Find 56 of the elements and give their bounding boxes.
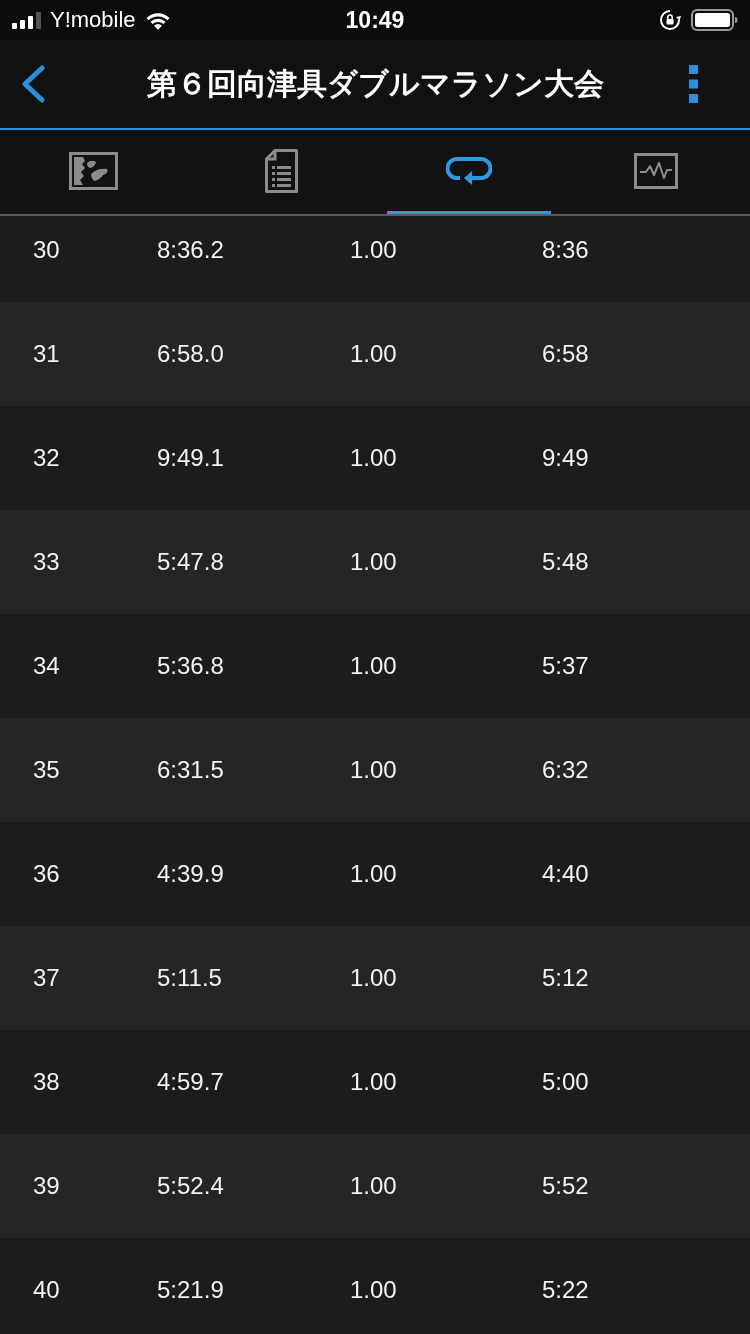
table-cell: 1.00 <box>350 860 397 888</box>
rotation-lock-icon <box>659 9 681 31</box>
table-cell: 5:00 <box>542 1068 589 1096</box>
table-cell: 6:58 <box>542 340 589 368</box>
table-cell: 9:49.1 <box>157 444 224 472</box>
table-cell: 38 <box>33 1068 60 1096</box>
table-cell: 1.00 <box>350 1068 397 1096</box>
back-icon <box>20 65 46 103</box>
menu-icon <box>689 65 698 103</box>
table-cell: 5:52 <box>542 1172 589 1200</box>
loop-arrow-icon <box>445 155 492 186</box>
table-cell: 8:36.2 <box>157 236 224 264</box>
table-cell: 1.00 <box>350 1172 397 1200</box>
table-cell: 6:31.5 <box>157 756 224 784</box>
signal-icon <box>12 11 42 29</box>
table-cell: 5:37 <box>542 652 589 680</box>
table-cell: 1.00 <box>350 340 397 368</box>
table-cell: 40 <box>33 1276 60 1304</box>
table-cell: 1.00 <box>350 236 397 264</box>
table-cell: 5:48 <box>542 548 589 576</box>
table-cell: 8:36 <box>542 236 589 264</box>
table-cell: 4:59.7 <box>157 1068 224 1096</box>
table-cell: 1.00 <box>350 756 397 784</box>
table-cell: 1.00 <box>350 444 397 472</box>
table-cell: 34 <box>33 652 60 680</box>
table-cell: 39 <box>33 1172 60 1200</box>
screen-title: 第６回向津具ダブルマラソン大会 <box>145 65 605 102</box>
table-cell: 4:40 <box>542 860 589 888</box>
pulse-chart-icon <box>634 152 679 189</box>
table-cell: 5:11.5 <box>157 964 222 992</box>
table-cell: 37 <box>33 964 60 992</box>
table-cell: 6:32 <box>542 756 589 784</box>
table-cell: 5:22 <box>542 1276 589 1304</box>
table-cell: 1.00 <box>350 652 397 680</box>
table-cell: 4:39.9 <box>157 860 224 888</box>
table-cell: 30 <box>33 236 60 264</box>
table-cell: 36 <box>33 860 60 888</box>
table-cell: 5:12 <box>542 964 589 992</box>
table-cell: 32 <box>33 444 60 472</box>
table-cell: 5:47.8 <box>157 548 224 576</box>
table-cell: 5:21.9 <box>157 1276 224 1304</box>
battery-icon <box>691 9 738 31</box>
table-cell: 33 <box>33 548 60 576</box>
table-cell: 1.00 <box>350 548 397 576</box>
table-cell: 5:52.4 <box>157 1172 224 1200</box>
table-cell: 1.00 <box>350 1276 397 1304</box>
picture-icon <box>69 151 119 190</box>
table-cell: 35 <box>33 756 60 784</box>
status-time: 10:49 <box>345 6 405 34</box>
table-cell: 6:58.0 <box>157 340 224 368</box>
table-cell: 31 <box>33 340 60 368</box>
table-cell: 1.00 <box>350 964 397 992</box>
table-cell: 9:49 <box>542 444 589 472</box>
table-cell: 5:36.8 <box>157 652 224 680</box>
carrier-name: Y!mobile <box>50 7 136 33</box>
document-icon <box>264 148 298 193</box>
